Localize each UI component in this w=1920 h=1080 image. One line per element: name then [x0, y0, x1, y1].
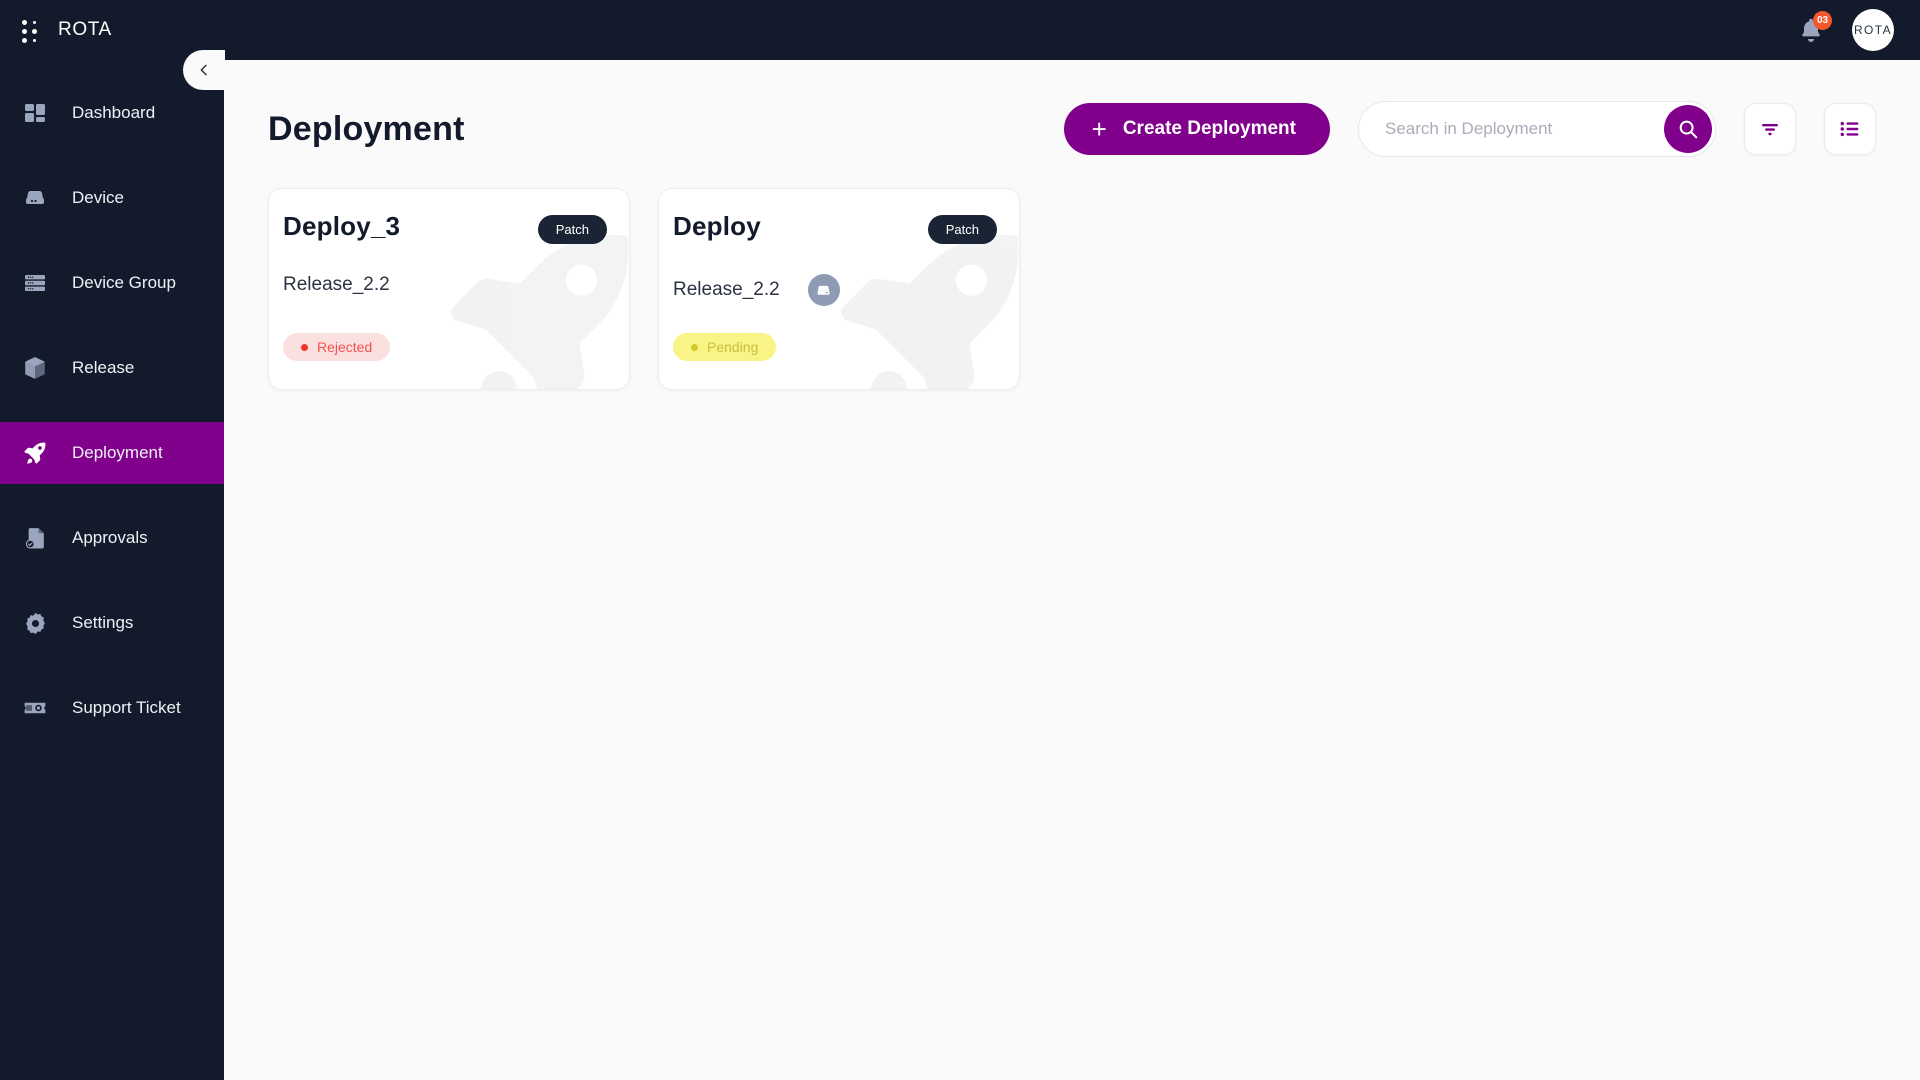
card-body: Release_2.2	[283, 274, 607, 296]
avatar[interactable]: ROTA	[1852, 9, 1894, 51]
sidebar-item-support-ticket[interactable]: Support Ticket	[0, 677, 224, 739]
device-icon	[817, 285, 830, 295]
device-group-icon	[20, 268, 50, 298]
filter-icon	[1762, 124, 1778, 136]
release-name: Release_2.2	[283, 274, 390, 295]
sidebar-item-approvals[interactable]: Approvals	[0, 507, 224, 569]
gear-icon	[20, 608, 50, 638]
card-header: Deploy Patch	[673, 211, 997, 244]
header-actions: + Create Deployment	[1063, 101, 1876, 157]
sidebar-item-settings[interactable]: Settings	[0, 592, 224, 654]
device-icon	[20, 183, 50, 213]
sidebar-item-deployment[interactable]: Deployment	[0, 422, 224, 484]
card-header: Deploy_3 Patch	[283, 211, 607, 244]
sidebar-item-label: Release	[72, 358, 135, 377]
search-icon	[1679, 120, 1698, 139]
search-input[interactable]	[1358, 101, 1716, 157]
type-badge: Patch	[927, 215, 997, 244]
chevron-left-icon	[200, 64, 207, 76]
release-name: Release_2.2	[673, 279, 780, 300]
dashboard-icon	[20, 98, 50, 128]
page-header: Deployment + Create Deployment	[268, 96, 1876, 162]
sidebar-item-label: Dashboard	[72, 103, 156, 122]
main-content: Deployment + Create Deployment Search in…	[224, 60, 1920, 1080]
deployment-card-grid: Deploy_3 Patch Release_2.2 Rejected Depl…	[268, 188, 1876, 390]
brand-name: ROTA	[58, 19, 112, 40]
sidebar-item-device[interactable]: Device	[0, 167, 224, 229]
bell-icon[interactable]: 03	[1796, 11, 1832, 46]
sidebar-item-release[interactable]: Release	[0, 337, 224, 399]
deployment-card[interactable]: Deploy_3 Patch Release_2.2 Rejected	[268, 188, 630, 390]
release-box-icon	[20, 353, 50, 383]
status-dot-icon	[691, 343, 698, 351]
list-view-icon	[1840, 121, 1859, 137]
sidebar-item-label: Device	[72, 188, 124, 207]
plus-icon: +	[1091, 114, 1107, 144]
notification-badge: 03	[1813, 11, 1832, 30]
page-title: Deployment	[268, 109, 465, 148]
sidebar-item-label: Device Group	[72, 273, 176, 292]
list-view-button[interactable]	[1824, 103, 1876, 155]
search-button[interactable]	[1664, 105, 1712, 153]
filter-button[interactable]	[1744, 103, 1796, 155]
grid-dots-icon[interactable]	[22, 18, 42, 43]
device-avatar[interactable]	[807, 274, 840, 306]
type-badge: Patch	[537, 215, 607, 244]
card-title: Deploy	[673, 211, 761, 241]
create-deployment-label: Create Deployment	[1122, 118, 1296, 139]
sidebar: Dashboard Device Device Group Release De…	[0, 60, 224, 1080]
status-label: Rejected	[317, 339, 373, 355]
sidebar-item-label: Settings	[72, 613, 134, 632]
sidebar-item-label: Deployment	[72, 443, 163, 462]
sidebar-item-label: Support Ticket	[72, 698, 181, 717]
deployment-card[interactable]: Deploy Patch Release_2.2 Pending	[658, 188, 1020, 390]
create-deployment-button[interactable]: + Create Deployment	[1063, 103, 1330, 155]
status-dot-icon	[301, 343, 308, 351]
ticket-icon	[20, 693, 50, 723]
approvals-icon	[20, 523, 50, 553]
rocket-icon	[20, 438, 50, 468]
sidebar-item-label: Approvals	[72, 528, 148, 547]
sidebar-item-dashboard[interactable]: Dashboard	[0, 82, 224, 144]
top-bar-actions: 03 ROTA	[1796, 9, 1920, 51]
brand-area: ROTA	[0, 18, 112, 43]
sidebar-collapse-button[interactable]	[183, 50, 225, 90]
sidebar-item-device-group[interactable]: Device Group	[0, 252, 224, 314]
search-box	[1358, 101, 1716, 157]
top-bar: ROTA 03 ROTA	[0, 0, 1920, 60]
card-body: Release_2.2	[673, 274, 997, 306]
status-badge: Rejected	[283, 333, 391, 361]
status-label: Pending	[707, 339, 759, 355]
status-badge: Pending	[673, 333, 777, 361]
card-title: Deploy_3	[283, 211, 401, 241]
